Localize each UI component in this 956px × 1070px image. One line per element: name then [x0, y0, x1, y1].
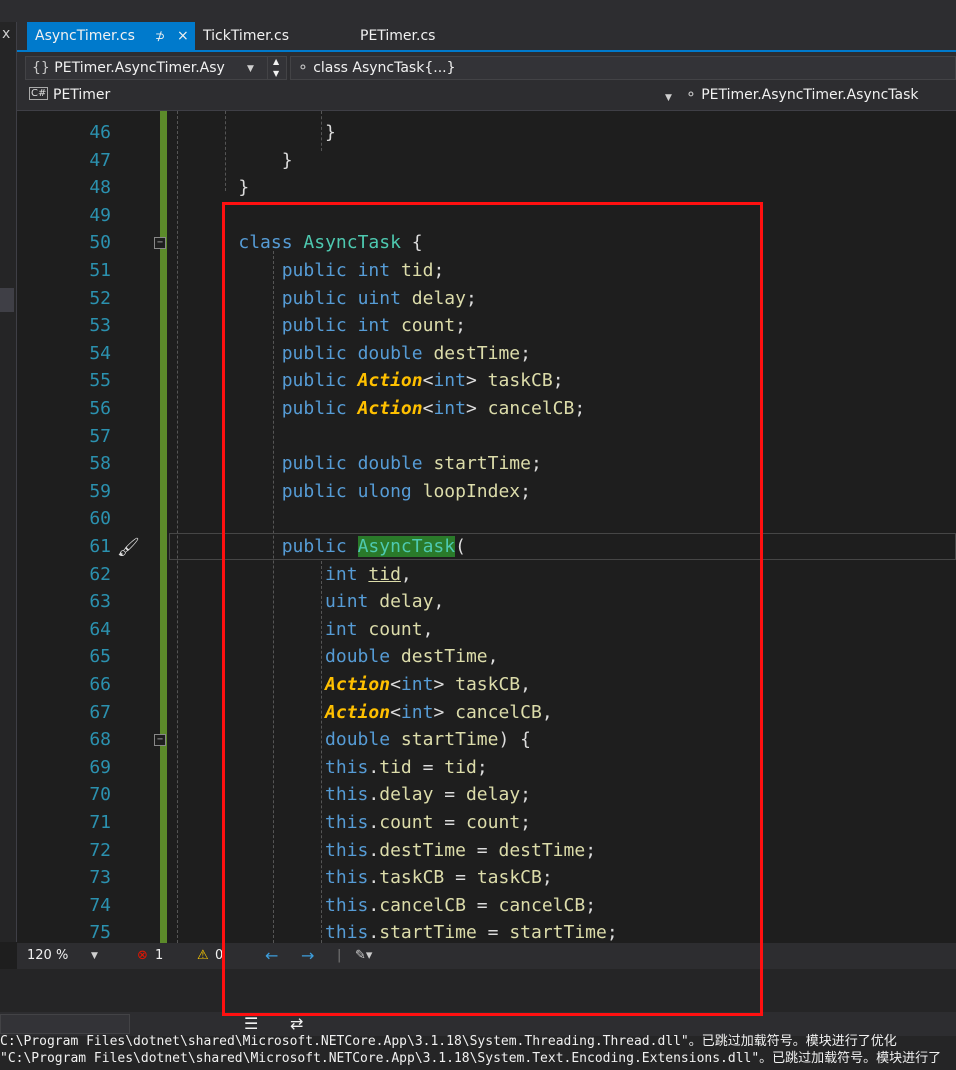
line-number: 57 — [89, 425, 111, 447]
line-number: 50 — [89, 232, 111, 254]
code-text[interactable]: } — [195, 174, 249, 202]
line-number: 70 — [89, 784, 111, 806]
scope-bar: C# PETimer ▼ ⚬ PETimer.AsyncTimer.AsyncT… — [17, 85, 956, 111]
collapse-icon[interactable]: − — [154, 734, 166, 747]
csharp-file-icon: C# — [29, 87, 49, 100]
line-number: 71 — [89, 812, 111, 833]
line-number: 75 — [89, 922, 111, 943]
line-number: 48 — [89, 177, 111, 199]
line-number: 56 — [89, 398, 111, 419]
line-number: 47 — [89, 149, 111, 171]
line-number: 60 — [89, 508, 111, 530]
line-number: 69 — [89, 756, 111, 778]
scope-right-label[interactable]: ⚬ PETimer.AsyncTimer.AsyncTask — [685, 87, 919, 103]
line-number: 65 — [89, 646, 111, 668]
line-number: 55 — [89, 370, 111, 392]
warning-icon[interactable]: ⚠ — [197, 943, 209, 969]
line-number: 59 — [89, 480, 111, 502]
stepper-down-icon[interactable]: ▼ — [273, 63, 279, 79]
code-line[interactable]: 46 } — [17, 119, 956, 147]
navigation-bar: {} PETimer.AsyncTimer.Asy ▼ ▲ ▼ ⚬ class … — [17, 52, 956, 85]
chevron-down-icon[interactable]: ▼ — [247, 64, 254, 74]
left-panel-selection — [0, 288, 14, 312]
chevron-down-icon[interactable]: ▼ — [665, 93, 672, 103]
line-number: 52 — [89, 287, 111, 309]
code-text[interactable]: } — [195, 147, 293, 175]
pin-icon[interactable]: ⊅ — [155, 22, 165, 50]
line-number: 62 — [89, 563, 111, 585]
scope-left-label[interactable]: PETimer — [53, 87, 110, 103]
close-icon[interactable]: x — [2, 26, 10, 42]
close-tab-icon[interactable]: × — [177, 22, 189, 50]
member-combo[interactable]: ⚬ class AsyncTask{...} — [290, 56, 956, 80]
error-icon[interactable]: ⊗ — [137, 943, 148, 969]
code-line[interactable]: 47 } — [17, 147, 956, 175]
line-number: 67 — [89, 701, 111, 723]
tab-label: PETimer.cs — [360, 28, 436, 44]
line-number: 64 — [89, 618, 111, 640]
line-number: 73 — [89, 867, 111, 889]
annotation-red-box — [222, 202, 763, 1016]
collapse-icon[interactable]: − — [154, 237, 166, 250]
line-number: 53 — [89, 315, 111, 337]
line-number: 68 — [89, 729, 111, 751]
line-number: 63 — [89, 591, 111, 613]
output-line: "C:\Program Files\dotnet\shared\Microsof… — [0, 1051, 942, 1066]
line-number: 66 — [89, 674, 111, 695]
left-tool-panel: x — [0, 22, 17, 942]
line-number: 54 — [89, 342, 111, 364]
tab-asynctimer[interactable]: AsyncTimer.cs ⊅ × — [27, 22, 195, 50]
class-icon: ⚬ — [685, 87, 697, 103]
chevron-down-icon[interactable]: ▼ — [91, 943, 98, 969]
zoom-level[interactable]: 120 % — [27, 943, 68, 969]
tab-label: AsyncTimer.cs — [35, 28, 135, 44]
member-combo-label: class AsyncTask{...} — [313, 60, 456, 76]
code-line[interactable]: 48 } — [17, 174, 956, 202]
line-number: 72 — [89, 839, 111, 861]
line-number: 74 — [89, 894, 111, 916]
line-number: 46 — [89, 122, 111, 143]
namespace-icon: {} — [32, 60, 50, 76]
line-number: 58 — [89, 453, 111, 475]
code-text[interactable]: } — [195, 119, 336, 147]
line-number: 51 — [89, 260, 111, 281]
project-combo[interactable]: {} PETimer.AsyncTimer.Asy — [25, 56, 281, 80]
tab-ticktimer[interactable]: TickTimer.cs — [195, 22, 335, 50]
class-icon: ⚬ — [297, 60, 309, 76]
project-combo-label: PETimer.AsyncTimer.Asy — [54, 60, 225, 76]
title-strip — [0, 0, 956, 22]
document-tab-bar: AsyncTimer.cs ⊅ × TickTimer.cs PETimer.c… — [17, 22, 956, 52]
scope-right-text: PETimer.AsyncTimer.AsyncTask — [701, 87, 919, 103]
error-count[interactable]: 1 — [155, 943, 163, 969]
line-number: 49 — [89, 204, 111, 226]
tab-petimer[interactable]: PETimer.cs — [352, 22, 492, 50]
line-number: 61 — [89, 536, 111, 557]
split-stepper[interactable]: ▲ ▼ — [267, 56, 287, 80]
tab-label: TickTimer.cs — [203, 28, 289, 44]
